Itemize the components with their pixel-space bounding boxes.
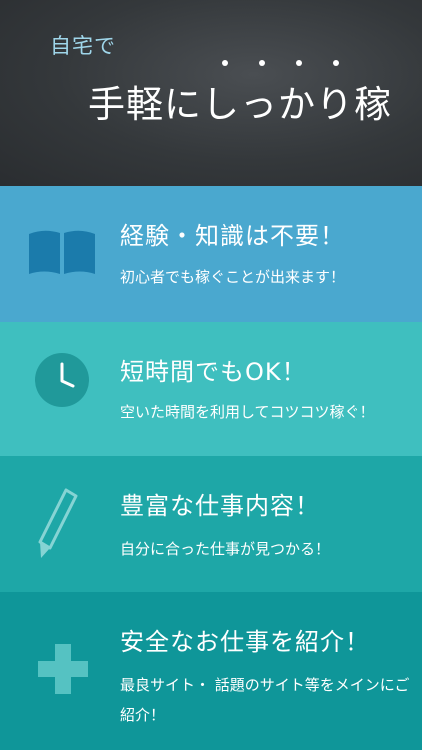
- feature-panel-experience: 経験・知識は不要！ 初心者でも稼ぐことが出来ます！: [0, 186, 422, 322]
- feature-panel-short-time: 短時間でもOK！ 空いた時間を利用してコツコツ稼ぐ！: [0, 322, 422, 456]
- panel-description: 初心者でも稼ぐことが出来ます！: [120, 268, 346, 286]
- panel-description: 最良サイト・ 話題のサイト等をメインにご紹介！: [120, 676, 410, 724]
- panel-title: 豊富な仕事内容！: [120, 492, 320, 520]
- header-title: 手軽にしっかり稼: [88, 83, 392, 126]
- book-icon: [29, 230, 95, 274]
- feature-panel-variety: 豊富な仕事内容！ 自分に合った仕事が見つかる！: [0, 456, 422, 592]
- panel-description: 自分に合った仕事が見つかる！: [120, 540, 331, 558]
- plus-icon: [38, 644, 88, 694]
- clock-icon: [35, 353, 89, 407]
- feature-panel-safety: 安全なお仕事を紹介！ 最良サイト・ 話題のサイト等をメインにご紹介！: [0, 592, 422, 750]
- panel-title: 経験・知識は不要！: [120, 222, 345, 250]
- panel-description: 空いた時間を利用してコツコツ稼ぐ！: [120, 403, 375, 421]
- panel-title: 短時間でもOK！: [120, 358, 307, 386]
- emphasis-dots: [0, 0, 422, 80]
- panel-title: 安全なお仕事を紹介！: [120, 628, 370, 656]
- pencil-icon: [38, 488, 78, 558]
